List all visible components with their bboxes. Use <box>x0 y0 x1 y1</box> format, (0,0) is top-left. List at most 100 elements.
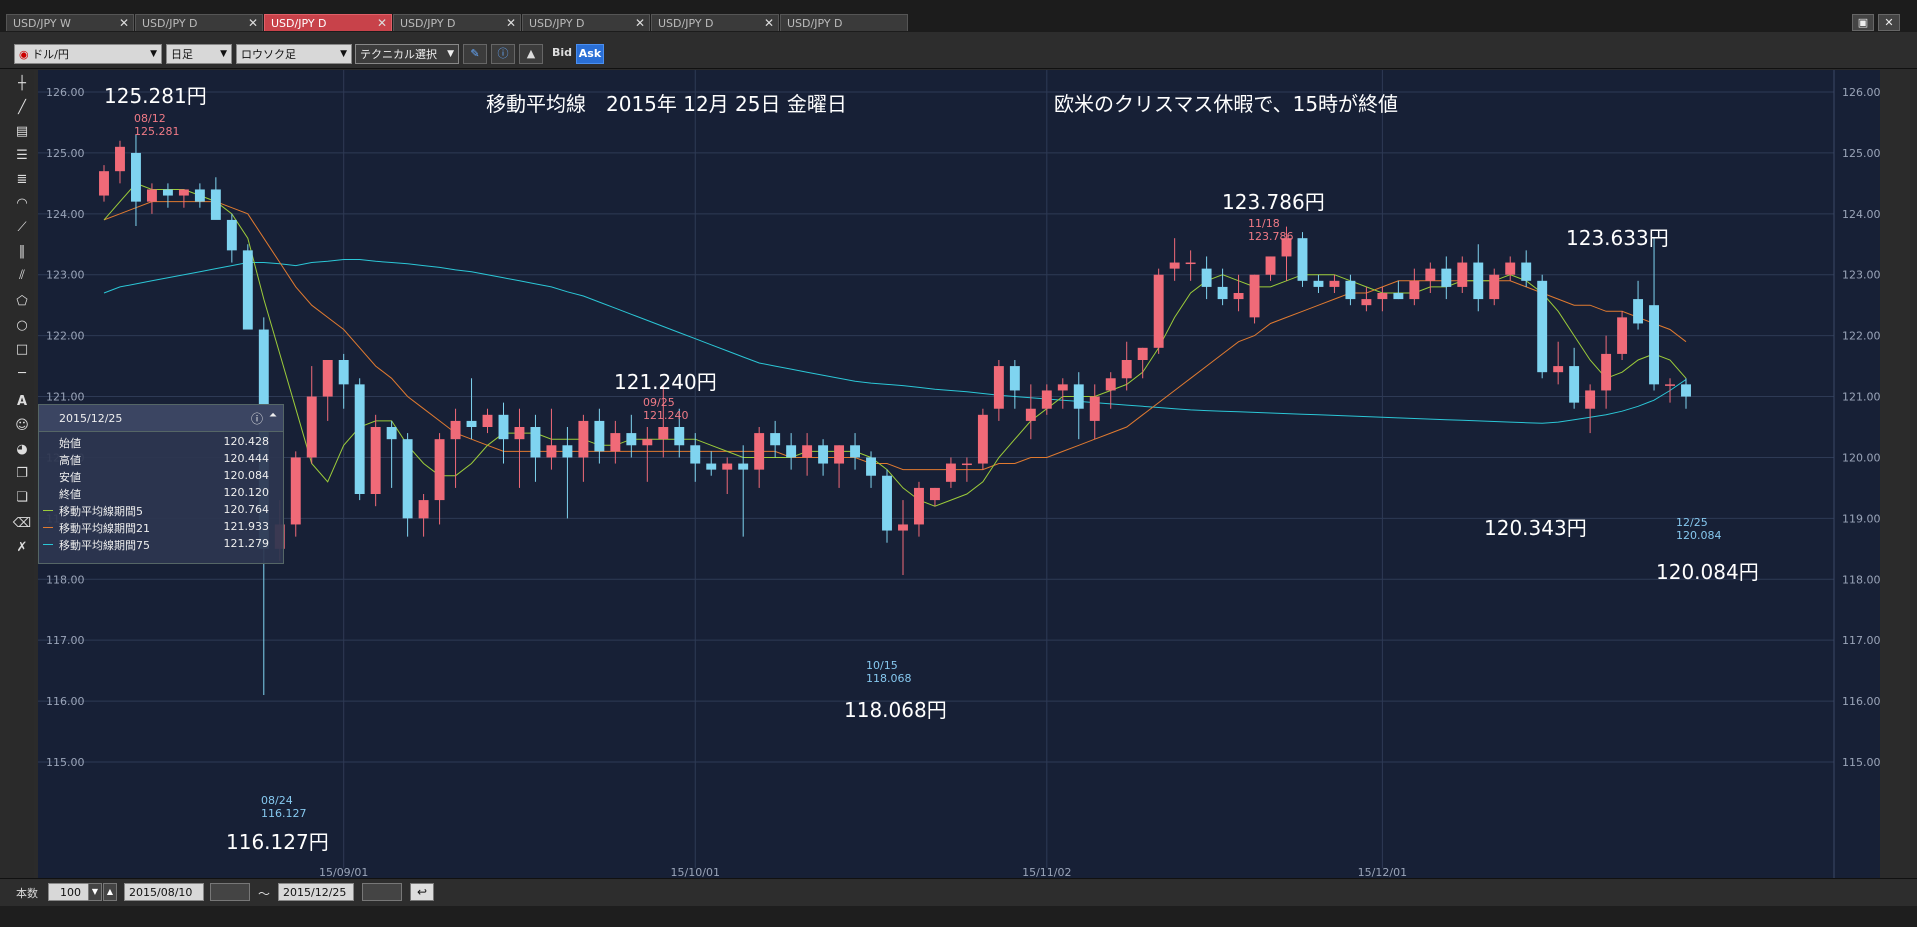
candle-body <box>162 189 173 196</box>
candle-body <box>1633 299 1644 324</box>
area-chart-icon[interactable]: ▲ <box>519 44 543 64</box>
candle-body <box>898 524 908 531</box>
pin-icon[interactable]: ◕ <box>12 440 32 460</box>
info-value: 120.084 <box>223 469 270 482</box>
close-icon[interactable]: ✕ <box>248 15 258 32</box>
line-icon[interactable]: ─ <box>12 364 32 384</box>
duplicate-icon[interactable]: ❏ <box>12 488 32 508</box>
candle-body <box>1169 262 1180 269</box>
chart-tab-active[interactable]: USD/JPY D ✕ <box>264 14 392 31</box>
chevron-down-icon[interactable]: ▼ <box>88 883 102 901</box>
ask-button[interactable]: Ask <box>576 44 604 64</box>
chart-area[interactable]: 126.00 126.00 125.00 125.00 124.00 124.00 123.… <box>38 70 1880 878</box>
tab-label: USD/JPY D <box>400 17 456 30</box>
copy-icon[interactable]: ❐ <box>12 464 32 484</box>
candle-body <box>1601 353 1612 391</box>
x-tick-label: 15/09/01 <box>319 866 368 878</box>
high-marker-1: 08/12 125.281 <box>134 112 180 138</box>
chevron-up-icon[interactable]: ▲ <box>103 883 117 901</box>
last-date: 12/25 <box>1676 516 1708 529</box>
candle-body <box>610 433 621 452</box>
candle-body <box>1569 366 1580 403</box>
candle-body <box>802 445 813 458</box>
candle-body <box>1265 256 1276 275</box>
period-select[interactable]: 日足 ▼ <box>166 44 232 64</box>
crosshair-icon[interactable]: ┼ <box>12 74 32 94</box>
candle-body <box>115 146 125 172</box>
chart-tab[interactable]: USD/JPY D ✕ <box>522 14 650 31</box>
info-icon[interactable]: ⓘ <box>251 410 263 427</box>
y-tick-label-right: 124.00 <box>1842 208 1880 221</box>
channel-icon[interactable]: ⫽ <box>12 266 32 286</box>
candle-body <box>99 171 109 196</box>
to-date-input[interactable]: 2015/12/25 <box>278 883 354 901</box>
pair-select[interactable]: ◉ ドル/円 ▼ <box>14 44 162 64</box>
fibonacci-icon[interactable]: ≣ <box>12 170 32 190</box>
annotation-high-2: 121.240円 <box>614 370 717 394</box>
pentagon-icon[interactable]: ⬠ <box>12 292 32 312</box>
candle-body <box>818 445 829 464</box>
info-value: 120.764 <box>223 503 270 516</box>
candle-body <box>1201 268 1212 287</box>
candle-body <box>498 414 509 440</box>
clear-all-icon[interactable]: ✗ <box>12 538 32 558</box>
pen-icon[interactable]: ✎ <box>463 44 487 64</box>
close-icon[interactable]: ✕ <box>377 15 387 32</box>
refresh-icon[interactable]: ↩ <box>410 883 434 901</box>
text-icon[interactable]: A <box>12 392 32 412</box>
candle-body <box>1361 299 1372 306</box>
arc-icon[interactable]: ◠ <box>12 194 32 214</box>
candle-body <box>322 360 333 397</box>
candle-body <box>1185 262 1196 265</box>
from-time-input[interactable] <box>210 883 250 901</box>
eraser-icon[interactable]: ⌫ <box>12 514 32 534</box>
chart-tab[interactable]: USD/JPY W ✕ <box>6 14 134 31</box>
candle-body <box>945 463 956 482</box>
maximize-icon[interactable]: ▣ <box>1852 14 1874 31</box>
close-icon[interactable]: ✕ <box>635 15 645 32</box>
close-icon[interactable]: ✕ <box>119 15 129 32</box>
info-icon[interactable]: ⓘ <box>491 44 515 64</box>
technical-select[interactable]: テクニカル選択 ▼ <box>355 44 459 64</box>
candle-body <box>866 457 876 476</box>
to-date: 2015/12/25 <box>283 886 347 899</box>
y-tick-label-right: 116.00 <box>1842 695 1880 708</box>
fan-icon[interactable]: ⟋ <box>12 218 32 238</box>
info-value: 120.120 <box>223 486 270 499</box>
to-time-input[interactable] <box>362 883 402 901</box>
candle-body <box>530 427 541 458</box>
chart-tab[interactable]: USD/JPY D ✕ <box>393 14 521 31</box>
info-label: 終値 <box>59 488 81 501</box>
chart-style-select[interactable]: ロウソク足 ▼ <box>236 44 352 64</box>
y-tick-label-left: 117.00 <box>46 634 85 647</box>
info-row-high: 高値 120.444 <box>49 452 269 468</box>
bid-button[interactable]: Bid <box>549 44 575 64</box>
chart-tab[interactable]: USD/JPY D <box>780 14 908 31</box>
chevron-down-icon: ▼ <box>447 49 454 59</box>
y-tick-label-right: 120.00 <box>1842 451 1880 464</box>
vertical-lines-icon[interactable]: ‖ <box>12 242 32 262</box>
circle-icon[interactable]: ○ <box>12 316 32 336</box>
y-tick-label-right: 115.00 <box>1842 756 1880 769</box>
chart-tab[interactable]: USD/JPY D ✕ <box>651 14 779 31</box>
candlestick-chart[interactable]: 126.00 126.00 125.00 125.00 124.00 124.00 123.… <box>38 70 1880 878</box>
y-tick-label-left: 121.00 <box>46 391 85 404</box>
chevron-down-icon: ▼ <box>220 49 227 59</box>
ruler-icon[interactable]: ▤ <box>12 122 32 142</box>
candle-body <box>1089 396 1100 421</box>
chart-note: 欧米のクリスマス休暇で、15時が終値 <box>1054 92 1399 116</box>
candle-body <box>306 396 317 458</box>
close-window-icon[interactable]: ✕ <box>1878 14 1900 31</box>
horizontal-lines-icon[interactable]: ☰ <box>12 146 32 166</box>
from-date-input[interactable]: 2015/08/10 <box>124 883 204 901</box>
close-icon[interactable]: ✕ <box>506 15 516 32</box>
rectangle-icon[interactable]: □ <box>12 340 32 360</box>
close-icon[interactable]: ✕ <box>764 15 774 32</box>
candle-body <box>1073 384 1084 409</box>
period-label: 日足 <box>171 48 193 61</box>
tab-label: USD/JPY W <box>13 17 71 30</box>
trendline-icon[interactable]: ╱ <box>12 98 32 118</box>
chart-tab[interactable]: USD/JPY D ✕ <box>135 14 263 31</box>
emoji-icon[interactable]: ☺ <box>12 416 32 436</box>
collapse-icon[interactable]: ⏶ <box>269 410 277 421</box>
